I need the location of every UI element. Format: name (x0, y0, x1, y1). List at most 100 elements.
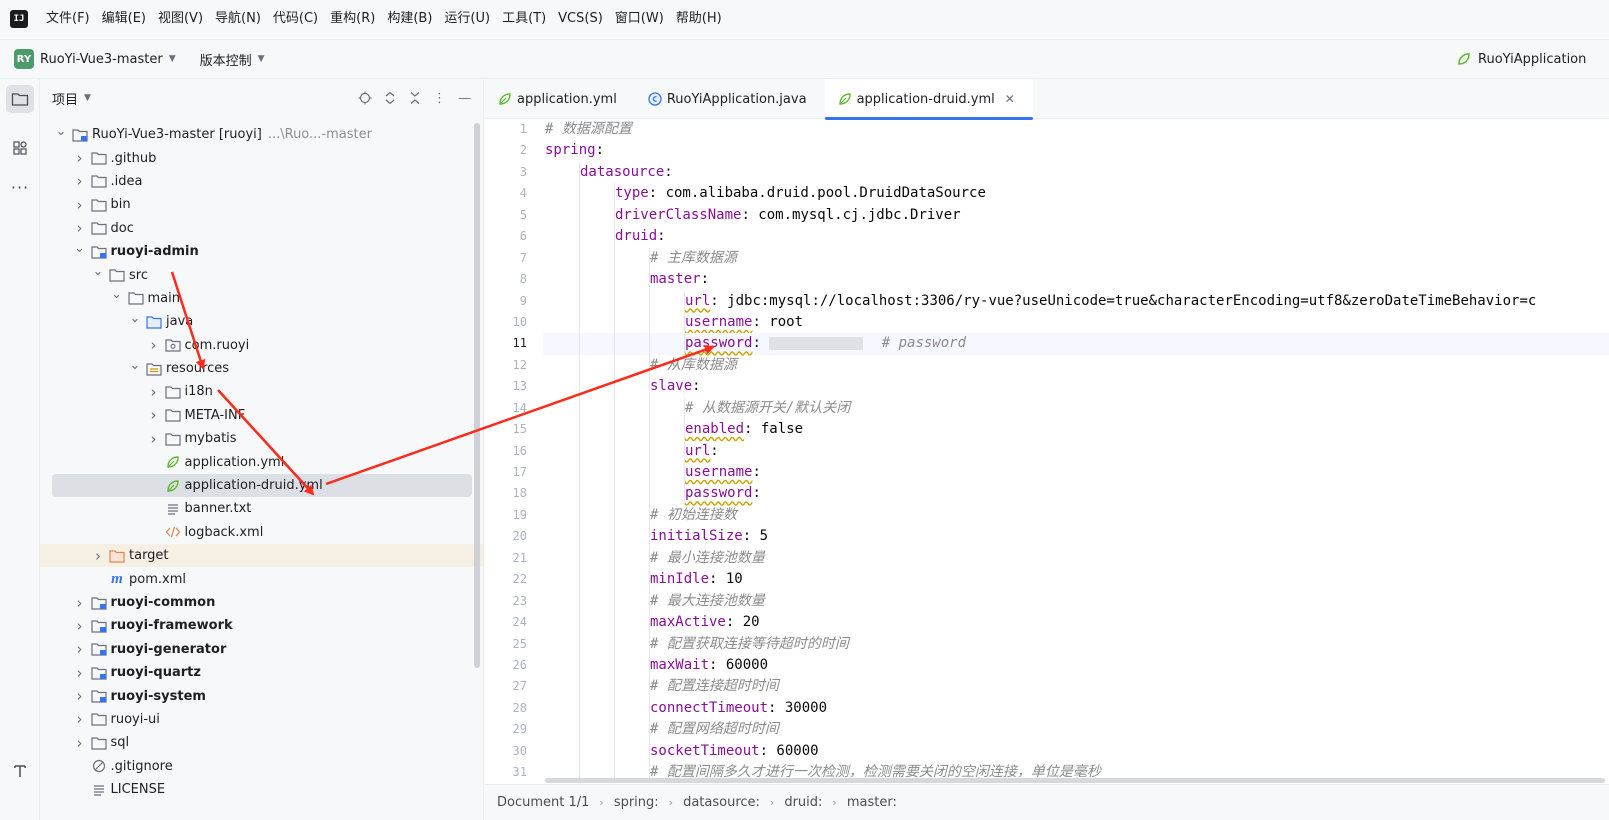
close-icon[interactable]: ✕ (1005, 92, 1015, 106)
tree-item[interactable]: › ruoyi-system (40, 684, 483, 707)
hide-panel-icon[interactable]: — (452, 88, 477, 108)
chevron-right-icon[interactable]: › (147, 336, 161, 354)
chevron-right-icon[interactable]: › (147, 430, 161, 448)
tree-item[interactable]: › ruoyi-framework (40, 614, 483, 637)
code-line[interactable]: # 数据源配置 (543, 119, 1609, 140)
project-panel-title[interactable]: 项目 (52, 89, 78, 108)
chevron-right-icon[interactable]: › (73, 640, 87, 658)
menu-item[interactable]: 构建(B) (381, 0, 438, 38)
code-line[interactable]: # 主库数据源 (543, 247, 1609, 270)
breadcrumb-item[interactable]: datasource: (681, 795, 762, 810)
tree-item[interactable]: › mybatis (40, 427, 483, 450)
code-line[interactable]: driverClassName: com.mysql.cj.jdbc.Drive… (543, 204, 1609, 227)
project-tree-scrollbar[interactable] (474, 123, 480, 668)
locate-file-icon[interactable] (352, 88, 377, 108)
run-configuration-selector[interactable]: RuoYiApplication (1456, 40, 1586, 78)
chevron-right-icon[interactable]: › (73, 219, 87, 237)
chevron-down-icon[interactable]: ⌄ (128, 311, 142, 326)
tree-item[interactable]: › .idea (40, 170, 483, 193)
code-line[interactable]: master: (543, 269, 1609, 291)
tree-item[interactable]: › .github (40, 146, 483, 169)
tree-item[interactable]: › ruoyi-common (40, 591, 483, 614)
code-line[interactable]: # 配置连接超时时间 (543, 676, 1609, 698)
tree-item[interactable]: logback.xml (40, 521, 483, 544)
menu-item[interactable]: 导航(N) (209, 0, 267, 38)
chevron-down-icon[interactable]: ⌄ (110, 287, 124, 302)
code-line[interactable]: enabled: false (543, 419, 1609, 441)
code-line[interactable]: maxWait: 60000 (543, 654, 1609, 677)
chevron-down-icon[interactable]: ⌄ (91, 264, 105, 279)
chevron-down-icon[interactable]: ⌄ (73, 241, 87, 256)
code-line[interactable]: spring: (543, 140, 1609, 161)
more-tools-button[interactable]: ··· (6, 173, 34, 201)
chevron-right-icon[interactable]: › (73, 710, 87, 728)
breadcrumb-item[interactable]: druid: (782, 795, 824, 810)
menu-item[interactable]: 编辑(E) (96, 0, 152, 38)
code-line[interactable]: maxActive: 20 (543, 612, 1609, 634)
code-line[interactable]: url: jdbc:mysql://localhost:3306/ry-vue?… (543, 290, 1609, 312)
tree-item[interactable]: LICENSE (40, 778, 483, 801)
expand-all-icon[interactable] (377, 88, 402, 108)
tree-item[interactable]: › META-INF (40, 404, 483, 427)
chevron-down-icon[interactable]: ⌄ (54, 124, 68, 139)
tree-item[interactable]: banner.txt (40, 497, 483, 520)
vcs-widget[interactable]: 版本控制 ▼ (194, 50, 265, 69)
menu-item[interactable]: 窗口(W) (609, 0, 670, 38)
menu-item[interactable]: VCS(S) (552, 0, 609, 38)
project-badge[interactable]: RY (14, 49, 34, 69)
menu-item[interactable]: 视图(V) (152, 0, 209, 38)
code-line[interactable]: username: root (543, 311, 1609, 334)
menu-item[interactable]: 代码(C) (267, 0, 324, 38)
chevron-right-icon[interactable]: › (73, 172, 87, 190)
chevron-right-icon[interactable]: › (73, 594, 87, 612)
chevron-right-icon[interactable]: › (147, 406, 161, 424)
tree-item[interactable]: application.yml (40, 450, 483, 473)
chevron-right-icon[interactable]: › (73, 664, 87, 682)
breadcrumb-item[interactable]: spring: (612, 795, 661, 810)
tree-item[interactable]: › i18n (40, 380, 483, 403)
code-line[interactable]: # 初始连接数 (543, 504, 1609, 527)
menu-item[interactable]: 运行(U) (438, 0, 496, 38)
tree-item[interactable]: › ruoyi-quartz (40, 661, 483, 684)
code-line[interactable]: # 从数据源开关/默认关闭 (543, 397, 1609, 420)
chevron-down-icon[interactable]: ⌄ (128, 358, 142, 373)
code-line[interactable]: # 配置网络超时时间 (543, 719, 1609, 741)
code-line[interactable]: # 配置获取连接等待超时的时间 (543, 633, 1609, 655)
chevron-down-icon[interactable]: ▼ (258, 54, 265, 64)
text-tool-button[interactable] (6, 757, 34, 785)
editor-tab[interactable]: application.yml (485, 79, 635, 119)
options-icon[interactable]: ⋮ (427, 88, 452, 108)
tree-item[interactable]: ⌄ ruoyi-admin (40, 240, 483, 263)
vcs-label[interactable]: 版本控制 (200, 50, 252, 69)
chevron-right-icon[interactable]: › (73, 617, 87, 635)
code-line[interactable]: # 从库数据源 (543, 354, 1609, 377)
collapse-all-icon[interactable] (402, 88, 427, 108)
tree-item[interactable]: ⌄ resources (40, 357, 483, 380)
code-line[interactable]: # 最小连接池数量 (543, 547, 1609, 570)
editor-tab[interactable]: application-druid.yml ✕ (824, 79, 1034, 120)
tree-item[interactable]: ⌄ src (40, 263, 483, 286)
code-line[interactable]: url: (543, 440, 1609, 462)
tree-item[interactable]: › ruoyi-generator (40, 638, 483, 661)
breadcrumb-item[interactable]: Document 1/1 (495, 795, 591, 810)
tree-item[interactable]: .gitignore (40, 755, 483, 778)
code-line[interactable]: type: com.alibaba.druid.pool.DruidDataSo… (543, 183, 1609, 205)
structure-tool-button[interactable] (6, 134, 34, 162)
tree-item[interactable]: ⌄ main (40, 287, 483, 310)
chevron-right-icon[interactable]: › (91, 547, 105, 565)
menu-item[interactable]: 文件(F) (40, 0, 96, 38)
code-line[interactable]: username: (543, 462, 1609, 484)
tree-item[interactable]: › bin (40, 193, 483, 216)
code-line[interactable]: initialSize: 5 (543, 526, 1609, 548)
project-tool-button[interactable] (6, 85, 34, 113)
code-line[interactable]: minIdle: 10 (543, 569, 1609, 591)
tree-item[interactable]: ⌄ RuoYi-Vue3-master [ruoyi] ...\Ruo...-mas… (40, 123, 483, 146)
menu-item[interactable]: 重构(R) (324, 0, 381, 38)
chevron-right-icon[interactable]: › (73, 687, 87, 705)
tree-item[interactable]: › sql (40, 731, 483, 754)
code-line[interactable]: connectTimeout: 30000 (543, 697, 1609, 720)
editor-horizontal-scrollbar[interactable] (545, 778, 1605, 783)
tree-item[interactable]: › target (40, 544, 483, 568)
tree-item[interactable]: m pom.xml (40, 567, 483, 590)
code-line[interactable]: slave: (543, 376, 1609, 398)
